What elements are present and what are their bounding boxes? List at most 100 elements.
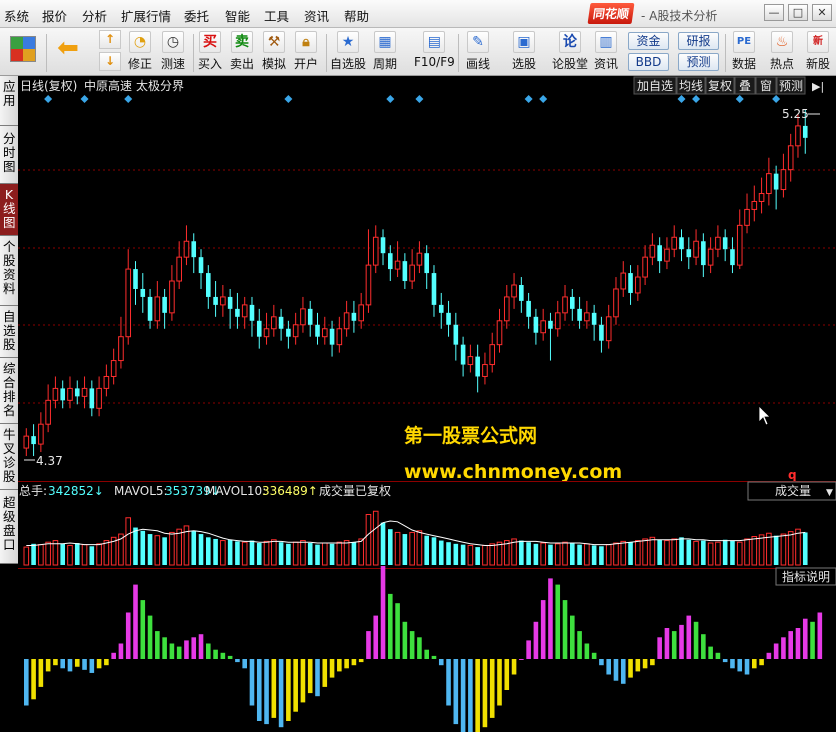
candle-body [300,308,306,326]
candle-body [526,300,531,317]
overlay-tab[interactable]: 叠 [739,79,751,93]
volume-bar [31,543,36,565]
indicator-name[interactable]: 太极分界 [136,78,184,93]
volume-bar [402,534,408,565]
candle-body [256,320,262,337]
volume-bar [424,535,429,565]
candle-body [671,236,678,250]
volume-bar [787,531,794,566]
menu-help[interactable]: 帮助 [344,6,369,25]
window-tab[interactable]: 窗 [760,79,772,93]
tab-diagnosis[interactable]: 牛叉诊股 [0,424,18,490]
oscillator-bar [220,652,226,659]
back-button[interactable]: ⬅ [54,35,82,62]
minimize-button[interactable]: — [764,4,784,21]
oscillator-bar [169,643,175,659]
forum-button[interactable]: 论 论股堂 [552,31,588,72]
news-label: 资讯 [594,57,619,71]
oscillator-bar [737,659,743,672]
flame-icon: ♨ [771,31,793,53]
kline-chart[interactable]: 日线(复权) 中原高速 太极分界 加自选 均线 复权 叠 窗 预测 ▶| 5.2… [18,76,836,732]
menu-tools[interactable]: 工具 [264,6,289,25]
stock-screen-button[interactable]: ▣ 选股 [512,31,536,72]
volume-bar [671,538,678,566]
dropdown-arrow-icon[interactable]: ▼ [826,488,833,498]
sell-button[interactable]: 卖 卖出 [230,31,254,72]
menu-system[interactable]: 系统 [4,6,29,25]
oscillator-bar [380,566,386,659]
news-button[interactable]: ▥ 资讯 [594,31,618,72]
volume-bar [526,542,531,565]
menu-trade[interactable]: 委托 [184,6,209,25]
period-button[interactable]: ▦ 周期 [373,31,397,72]
page-down-button[interactable]: ↓ [99,52,121,71]
f10-button[interactable]: ▤ F10/F9 [414,31,455,69]
oscillator-bar [795,628,801,659]
candle-body [241,304,248,318]
bbd-chip[interactable]: BBD [628,53,669,71]
tab-intraday[interactable]: 分时图 [0,126,18,184]
menu-quotes[interactable]: 报价 [42,6,67,25]
draw-line-button[interactable]: ✎ 画线 [466,31,490,72]
hotspot-button[interactable]: ♨ 热点 [770,31,794,72]
ma-tab[interactable]: 均线 [679,79,703,93]
oscillator-bar [337,659,342,672]
buy-button[interactable]: 买 买入 [198,31,222,72]
sell-label: 卖出 [230,57,255,71]
maximize-button[interactable]: □ [788,4,808,21]
oscillator-bar [810,621,815,659]
watchlist-button[interactable]: ★ 自选股 [330,31,366,72]
adjust-tab[interactable]: 复权 [708,79,732,93]
data-button[interactable]: PE 数据 [732,31,756,72]
research-chip[interactable]: 研报 [678,32,719,50]
tab-ranking[interactable]: 综合排名 [0,358,18,424]
open-account-button[interactable]: 🔒︎ 开户 [294,31,318,72]
volume-bar [256,543,262,565]
candle-body [489,344,496,366]
candle-body [365,264,372,306]
simulate-label: 模拟 [262,57,287,71]
simulate-button[interactable]: ⚒ 模拟 [262,31,286,72]
candle-body [154,296,161,322]
tab-apps[interactable]: 应用 [0,76,18,126]
predict-tab[interactable]: 预测 [779,79,803,93]
volume-bar [227,539,233,565]
oscillator-bar [671,631,677,659]
revise-button[interactable]: ◔ 修正 [128,31,152,72]
candle-body [140,288,146,297]
speed-test-button[interactable]: ◷ 测速 [161,31,185,72]
volume-bar [191,530,197,565]
menu-extended-market[interactable]: 扩展行情 [121,6,171,25]
oscillator-bar [802,618,808,659]
volume-bar [372,510,379,566]
close-button[interactable]: ✕ [812,4,832,21]
add-watchlist-tab[interactable]: 加自选 [637,79,673,93]
candle-body [31,436,36,445]
tab-super-level2[interactable]: 超级盘口 [0,490,18,564]
menu-news[interactable]: 资讯 [304,6,329,25]
oscillator-bar [730,659,735,669]
oscillator-bar [555,584,561,659]
candle-body [540,320,546,334]
tab-watchlist[interactable]: 自选股 [0,306,18,358]
period-label[interactable]: 日线(复权) [20,79,77,93]
menu-analysis[interactable]: 分析 [82,6,107,25]
page-up-button[interactable]: ↑ [99,30,121,49]
candle-body [438,304,444,313]
tab-stock-profile[interactable]: 个股资料 [0,236,18,306]
oscillator-bar [744,659,750,675]
forecast-chip[interactable]: 预测 [678,53,719,71]
layout-button[interactable] [10,36,36,62]
menu-smart[interactable]: 智能 [225,6,250,25]
candle-body [548,320,553,329]
candle-body [351,312,357,321]
funds-chip[interactable]: 资金 [628,32,669,50]
oscillator-bar [599,659,604,666]
oscillator-bar [489,659,495,718]
volume-bar [241,541,248,566]
tab-kline[interactable]: K线图 [0,184,18,236]
oscillator-bar [548,578,553,659]
candle-body [118,336,124,362]
new-stock-button[interactable]: 新 新股 [806,31,830,72]
play-end-icon[interactable]: ▶| [812,80,824,93]
